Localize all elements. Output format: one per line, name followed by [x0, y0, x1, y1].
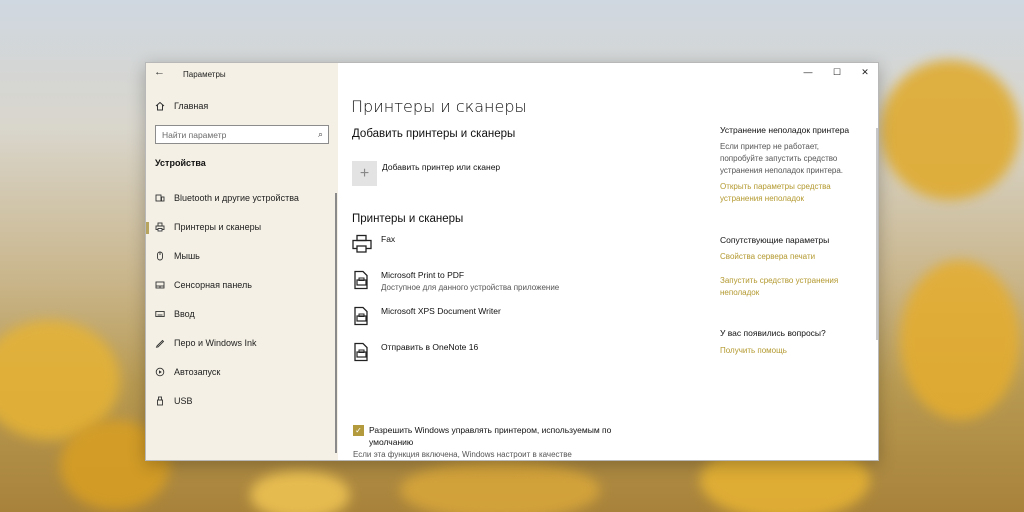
sidebar-item-mouse[interactable]: Мышь: [154, 246, 200, 266]
maximize-button[interactable]: ☐: [831, 67, 843, 78]
checkmark-icon: ✓: [355, 426, 362, 435]
sidebar-item-label: Принтеры и сканеры: [174, 222, 262, 232]
printer-item-fax[interactable]: Fax: [352, 234, 395, 254]
related-settings-heading: Сопутствующие параметры: [720, 235, 830, 245]
sidebar-item-touchpad[interactable]: Сенсорная панель: [154, 275, 252, 295]
printer-icon: [154, 221, 166, 233]
pen-icon: [154, 337, 166, 349]
selected-indicator: [146, 222, 149, 234]
troubleshoot-heading: Устранение неполадок принтера: [720, 125, 850, 135]
plus-icon: +: [359, 164, 370, 182]
sidebar-item-label: Ввод: [174, 309, 195, 319]
troubleshoot-text-3: устранения неполадок принтера.: [720, 166, 844, 175]
sidebar-item-usb[interactable]: USB: [154, 391, 193, 411]
sidebar-item-pen[interactable]: Перо и Windows Ink: [154, 333, 257, 353]
search-icon[interactable]: ⌕: [318, 129, 323, 140]
sidebar: ← Параметры Главная Найти параметр ⌕ Уст…: [146, 63, 338, 460]
settings-window: ← Параметры Главная Найти параметр ⌕ Уст…: [145, 62, 879, 461]
fax-printer-icon: [352, 234, 372, 254]
printer-description: Доступное для данного устройства приложе…: [381, 283, 560, 292]
printer-item-onenote[interactable]: Отправить в OneNote 16: [352, 342, 478, 362]
search-placeholder: Найти параметр: [162, 129, 227, 140]
add-section-title: Добавить принтеры и сканеры: [352, 128, 516, 140]
printer-name: Microsoft XPS Document Writer: [381, 306, 501, 316]
sidebar-item-label: Перо и Windows Ink: [174, 338, 257, 348]
bluetooth-devices-icon: [154, 192, 166, 204]
touchpad-icon: [154, 279, 166, 291]
document-printer-icon: [352, 270, 372, 290]
sidebar-item-label: Мышь: [174, 251, 200, 261]
add-printer-label[interactable]: Добавить принтер или сканер: [382, 162, 500, 172]
printer-name: Отправить в OneNote 16: [381, 342, 479, 352]
troubleshoot-settings-link-line2[interactable]: устранения неполадок: [720, 193, 804, 205]
sidebar-section-label: Устройства: [155, 158, 206, 168]
printers-section-title: Принтеры и сканеры: [352, 213, 464, 225]
default-printer-label[interactable]: Разрешить Windows управлять принтером, и…: [369, 424, 629, 448]
default-printer-checkbox[interactable]: ✓: [353, 425, 364, 436]
get-help-link[interactable]: Получить помощь: [720, 345, 787, 357]
usb-icon: [154, 395, 166, 407]
default-printer-description: Если эта функция включена, Windows настр…: [353, 450, 572, 459]
back-arrow-icon[interactable]: ←: [154, 66, 165, 78]
troubleshoot-text-1: Если принтер не работает,: [720, 142, 820, 151]
home-label: Главная: [174, 101, 209, 111]
document-printer-icon: [352, 306, 372, 326]
sidebar-item-label: Сенсорная панель: [174, 280, 252, 290]
printer-item-pdf[interactable]: Microsoft Print to PDF Доступное для дан…: [352, 270, 559, 292]
sidebar-item-label: Автозапуск: [174, 367, 221, 377]
troubleshoot-text-2: попробуйте запустить средство: [720, 154, 838, 163]
printer-item-xps[interactable]: Microsoft XPS Document Writer: [352, 306, 501, 326]
keyboard-icon: [154, 308, 166, 320]
home-icon: [154, 100, 166, 112]
mouse-icon: [154, 250, 166, 262]
document-printer-icon: [352, 342, 372, 362]
troubleshoot-settings-link[interactable]: Открыть параметры средства: [720, 181, 831, 193]
sidebar-item-printers[interactable]: Принтеры и сканеры: [154, 217, 261, 237]
print-server-properties-link[interactable]: Свойства сервера печати: [720, 251, 815, 263]
add-printer-button[interactable]: +: [352, 161, 377, 186]
autoplay-icon: [154, 366, 166, 378]
sidebar-scrollbar[interactable]: [335, 193, 337, 453]
minimize-button[interactable]: —: [802, 67, 814, 77]
printer-name: Microsoft Print to PDF: [381, 270, 465, 280]
home-link[interactable]: Главная: [154, 96, 208, 116]
sidebar-item-label: Bluetooth и другие устройства: [174, 193, 299, 203]
search-input[interactable]: Найти параметр ⌕: [155, 125, 329, 144]
sidebar-item-label: USB: [174, 396, 193, 406]
run-troubleshooter-link-line2[interactable]: неполадок: [720, 287, 759, 299]
window-title: Параметры: [183, 70, 226, 79]
main-scrollbar[interactable]: [876, 128, 878, 340]
sidebar-item-input[interactable]: Ввод: [154, 304, 195, 324]
run-troubleshooter-link[interactable]: Запустить средство устранения: [720, 275, 838, 287]
questions-heading: У вас появились вопросы?: [720, 328, 826, 338]
sidebar-item-autoplay[interactable]: Автозапуск: [154, 362, 220, 382]
close-button[interactable]: ✕: [859, 67, 871, 78]
sidebar-item-bluetooth[interactable]: Bluetooth и другие устройства: [154, 188, 299, 208]
page-title: Принтеры и сканеры: [351, 97, 527, 116]
printer-name: Fax: [381, 234, 396, 244]
